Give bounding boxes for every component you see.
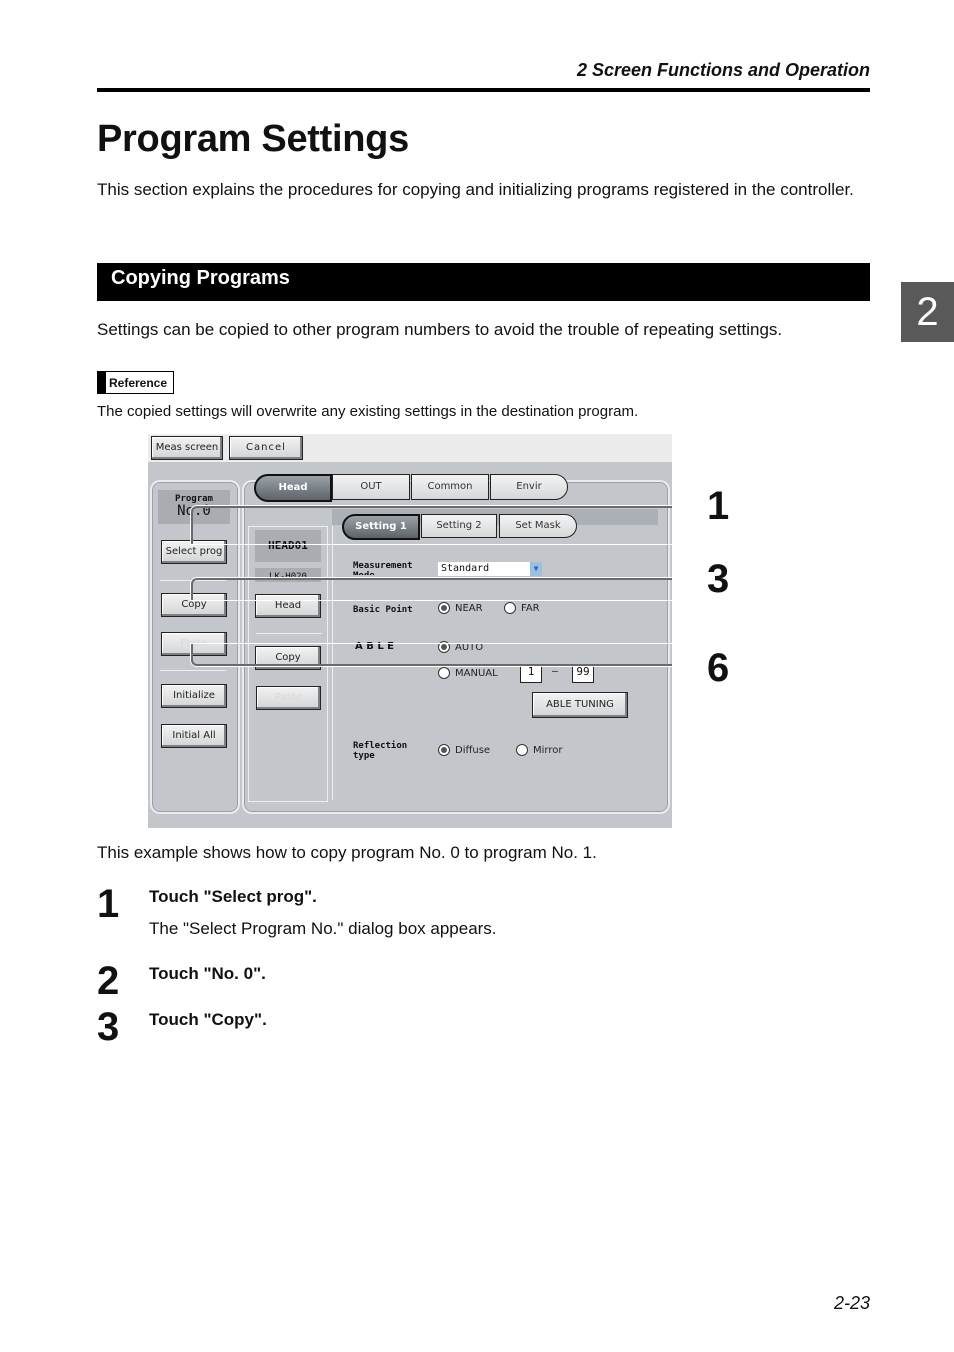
reflection-type-label: Reflection type: [353, 741, 408, 761]
tab-out[interactable]: OUT: [332, 474, 410, 500]
section-paragraph: Settings can be copied to other program …: [97, 320, 783, 339]
radio-selected-icon: [438, 744, 450, 756]
page-number: 2-23: [833, 1293, 870, 1313]
meas-screen-button[interactable]: Meas screen: [151, 436, 223, 460]
head-paste-button[interactable]: Paste: [256, 686, 321, 710]
manual-min-input[interactable]: 1: [520, 664, 542, 683]
controller-screenshot: Meas screen Cancel Program No.0 Select p…: [148, 434, 672, 828]
reference-note: The copied settings will overwrite any e…: [97, 403, 639, 420]
callout-number-3: 3: [707, 557, 730, 601]
callout-line-1: [191, 506, 672, 544]
radio-manual[interactable]: MANUAL: [438, 667, 498, 679]
header-rule: [97, 88, 870, 92]
tab-envir[interactable]: Envir: [490, 474, 568, 500]
radio-unselected-icon: [516, 744, 528, 756]
callout-number-1: 1: [707, 484, 730, 528]
range-separator: –: [552, 666, 559, 677]
manual-max-input[interactable]: 99: [572, 664, 594, 683]
measurement-mode-label: Measurement Mode: [353, 561, 413, 575]
step-detail: The "Select Program No." dialog box appe…: [149, 919, 497, 938]
page-title: Program Settings: [97, 118, 409, 160]
callout-number-6: 6: [707, 646, 730, 690]
reference-marker-icon: [98, 372, 106, 393]
step-number: 2: [97, 959, 120, 1003]
tab-common[interactable]: Common: [411, 474, 489, 500]
step-heading: Touch "Copy".: [149, 1010, 267, 1029]
section-title: Copying Programs: [111, 267, 290, 289]
radio-selected-icon: [438, 602, 450, 614]
reference-badge: Reference: [97, 371, 175, 394]
measurement-mode-select[interactable]: Standard ▼: [438, 562, 542, 576]
radio-far[interactable]: FAR: [504, 602, 540, 614]
radio-unselected-icon: [438, 667, 450, 679]
basic-point-label: Basic Point: [353, 605, 413, 615]
top-bar: [148, 434, 672, 462]
intro-paragraph: This section explains the procedures for…: [97, 180, 854, 199]
step-number: 3: [97, 1005, 120, 1049]
radio-diffuse[interactable]: Diffuse: [438, 744, 490, 756]
initial-all-button[interactable]: Initial All: [161, 724, 227, 748]
radio-unselected-icon: [504, 602, 516, 614]
example-caption: This example shows how to copy program N…: [97, 843, 597, 862]
chapter-header: 2 Screen Functions and Operation: [576, 60, 870, 80]
tab-head[interactable]: Head: [254, 474, 332, 502]
divider: [256, 633, 322, 634]
able-tuning-button[interactable]: ABLE TUNING: [532, 692, 628, 718]
radio-mirror[interactable]: Mirror: [516, 744, 562, 756]
step-heading: Touch "Select prog".: [149, 887, 317, 906]
dropdown-arrow-icon[interactable]: ▼: [530, 562, 542, 576]
divider: [160, 670, 226, 671]
chapter-side-tab: 2: [901, 282, 954, 342]
step-heading: Touch "No. 0".: [149, 964, 266, 983]
cancel-button[interactable]: Cancel: [229, 436, 303, 460]
initialize-button[interactable]: Initialize: [161, 684, 227, 708]
callout-line-3: [191, 578, 672, 600]
radio-near[interactable]: NEAR: [438, 602, 483, 614]
section-heading-bar: Copying Programs: [97, 263, 870, 301]
callout-line-6: [191, 644, 672, 666]
step-number: 1: [97, 882, 120, 926]
